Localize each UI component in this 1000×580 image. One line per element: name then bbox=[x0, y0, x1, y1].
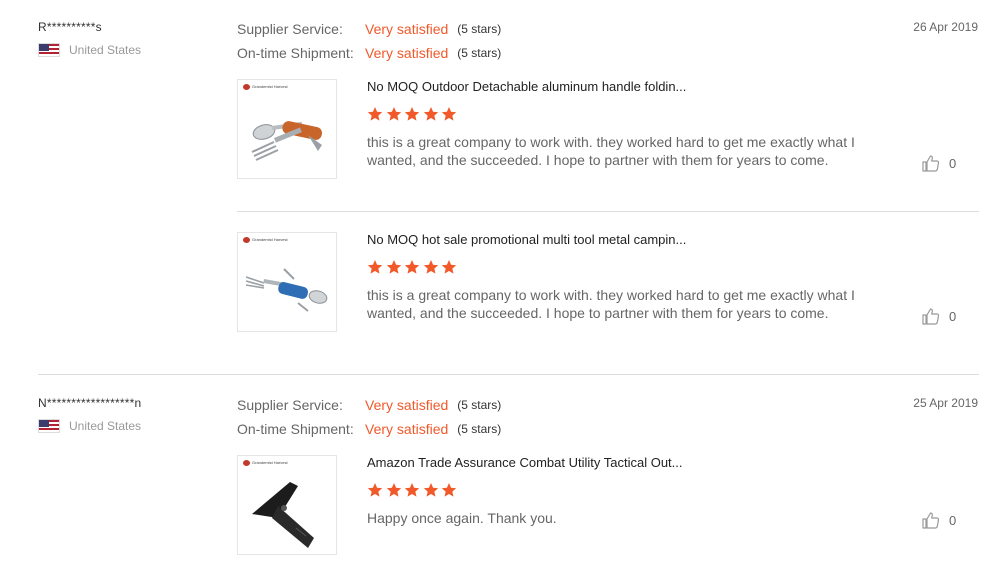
star-icon bbox=[367, 106, 383, 122]
review-comment: Happy once again. Thank you. bbox=[367, 510, 557, 526]
tactical-knife-image bbox=[252, 482, 314, 548]
product-title-link[interactable]: Amazon Trade Assurance Combat Utility Ta… bbox=[367, 455, 683, 470]
like-count: 0 bbox=[949, 512, 957, 528]
star-icon bbox=[404, 482, 420, 498]
supplier-service-stars: (5 stars) bbox=[457, 398, 502, 412]
thumbs-up-icon bbox=[921, 306, 941, 326]
product-title-link[interactable]: No MOQ Outdoor Detachable aluminum handl… bbox=[367, 79, 686, 94]
star-icon bbox=[386, 259, 402, 275]
country-label: United States bbox=[69, 419, 142, 433]
supplier-service-stars: (5 stars) bbox=[457, 22, 502, 36]
star-icon bbox=[386, 106, 402, 122]
like-button[interactable]: 0 bbox=[921, 510, 956, 530]
star-rating bbox=[367, 259, 460, 275]
supplier-service-row: Supplier Service: Very satisfied (5 star… bbox=[237, 21, 501, 37]
product-thumbnail[interactable]: Grandemist Harvest bbox=[237, 455, 337, 555]
star-rating bbox=[367, 482, 460, 498]
like-button[interactable]: 0 bbox=[921, 306, 956, 326]
product-thumbnail[interactable]: Grandemist Harvest bbox=[237, 79, 337, 179]
supplier-service-row: Supplier Service: Very satisfied (5 star… bbox=[237, 397, 501, 413]
star-icon bbox=[423, 259, 439, 275]
star-icon bbox=[404, 106, 420, 122]
review-date: 25 Apr 2019 bbox=[913, 396, 978, 410]
supplier-service-label: Supplier Service: bbox=[237, 21, 343, 37]
supplier-service-label: Supplier Service: bbox=[237, 397, 343, 413]
star-icon bbox=[441, 106, 457, 122]
star-icon bbox=[404, 259, 420, 275]
review-date: 26 Apr 2019 bbox=[913, 20, 978, 34]
review-card: N******************n United States 25 Ap… bbox=[0, 376, 1000, 580]
us-flag-icon bbox=[38, 43, 60, 57]
buyer-country: United States bbox=[38, 43, 141, 57]
like-button[interactable]: 0 bbox=[921, 153, 956, 173]
buyer-info: N******************n United States bbox=[38, 396, 141, 433]
star-icon bbox=[367, 259, 383, 275]
review-item: Grandemist Harvest No MOQ hot sale promo… bbox=[237, 232, 979, 342]
like-count: 0 bbox=[949, 155, 957, 171]
multi-tool-image bbox=[245, 268, 328, 312]
thumbs-up-icon bbox=[921, 153, 941, 173]
product-thumbnail[interactable]: Grandemist Harvest bbox=[237, 232, 337, 332]
ontime-shipment-label: On-time Shipment: bbox=[237, 45, 354, 61]
ontime-shipment-value: Very satisfied bbox=[365, 421, 449, 437]
star-icon bbox=[367, 482, 383, 498]
ontime-shipment-row: On-time Shipment: Very satisfied (5 star… bbox=[237, 421, 501, 437]
thumbs-up-icon bbox=[921, 510, 941, 530]
star-icon bbox=[423, 482, 439, 498]
ontime-shipment-stars: (5 stars) bbox=[457, 46, 502, 60]
supplier-service-value: Very satisfied bbox=[365, 21, 449, 37]
review-comment: this is a great company to work with. th… bbox=[367, 134, 855, 168]
camping-utensil-image bbox=[251, 121, 323, 161]
item-divider bbox=[237, 211, 979, 212]
buyer-name: N******************n bbox=[38, 396, 142, 410]
review-item: Grandemist Harvest No MOQ Outdoor Detach… bbox=[237, 79, 979, 189]
us-flag-icon bbox=[38, 419, 60, 433]
ontime-shipment-row: On-time Shipment: Very satisfied (5 star… bbox=[237, 45, 501, 61]
star-icon bbox=[423, 106, 439, 122]
star-icon bbox=[441, 259, 457, 275]
buyer-country: United States bbox=[38, 419, 141, 433]
star-icon bbox=[441, 482, 457, 498]
ontime-shipment-label: On-time Shipment: bbox=[237, 421, 354, 437]
buyer-info: R**********s United States bbox=[38, 20, 141, 57]
review-comment: this is a great company to work with. th… bbox=[367, 287, 855, 321]
supplier-service-value: Very satisfied bbox=[365, 397, 449, 413]
review-item: Grandemist Harvest Amazon Trade Assuranc… bbox=[237, 455, 979, 565]
star-rating bbox=[367, 106, 460, 122]
country-label: United States bbox=[69, 43, 142, 57]
star-icon bbox=[386, 482, 402, 498]
ontime-shipment-value: Very satisfied bbox=[365, 45, 449, 61]
product-title-link[interactable]: No MOQ hot sale promotional multi tool m… bbox=[367, 232, 686, 247]
ontime-shipment-stars: (5 stars) bbox=[457, 422, 502, 436]
review-divider bbox=[38, 374, 979, 375]
buyer-name: R**********s bbox=[38, 20, 102, 34]
like-count: 0 bbox=[949, 308, 957, 324]
review-card: R**********s United States 26 Apr 2019 S… bbox=[0, 0, 1000, 375]
